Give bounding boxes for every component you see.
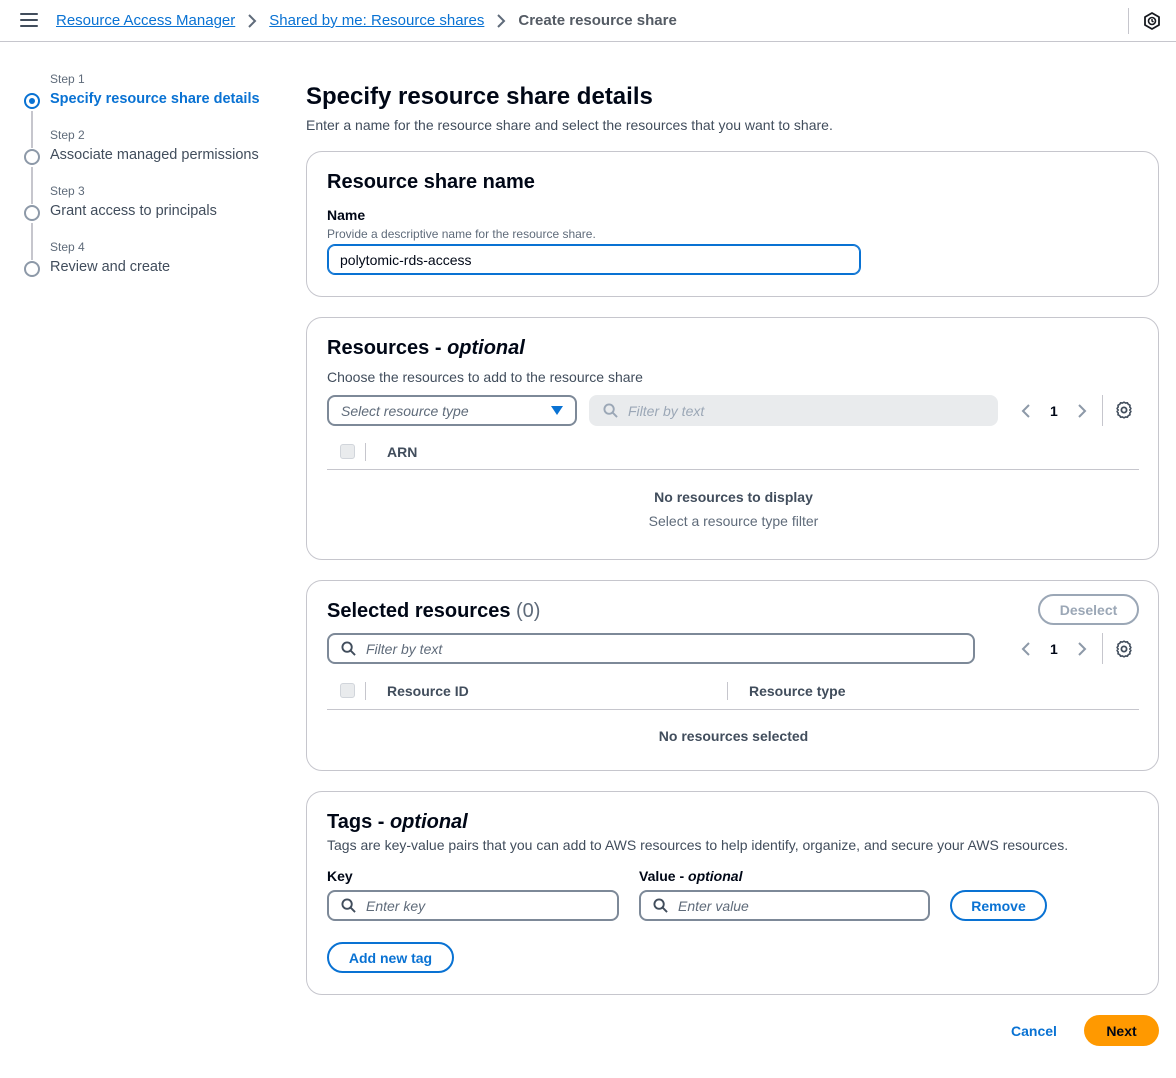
gear-icon[interactable]	[1115, 401, 1133, 419]
name-field-label: Name	[327, 207, 366, 223]
selected-filter-input[interactable]: Filter by text	[327, 633, 975, 664]
step-label: Review and create	[50, 259, 171, 275]
step-indicator-icon	[24, 149, 40, 165]
empty-state-title: No resources to display	[654, 489, 813, 505]
chevron-right-icon[interactable]	[1077, 403, 1087, 418]
optional-label: optional	[688, 868, 743, 884]
notifications-icon[interactable]	[1143, 12, 1161, 30]
select-all-checkbox[interactable]	[340, 683, 355, 698]
breadcrumb-resource-shares[interactable]: Shared by me: Resource shares	[269, 12, 484, 29]
resource-share-name-card: Resource share name Name Provide a descr…	[306, 151, 1159, 297]
step-number: Step 3	[50, 184, 85, 198]
step-4: Step 4 Review and create	[24, 240, 284, 286]
divider	[1102, 633, 1103, 664]
selected-resources-card: Selected resources (0) Deselect Filter b…	[306, 580, 1159, 771]
resources-filter-input[interactable]: Filter by text	[589, 395, 998, 426]
column-header-resource-type[interactable]: Resource type	[749, 683, 845, 699]
chevron-right-icon	[248, 13, 257, 28]
value-label-text: Value -	[639, 868, 689, 884]
tag-key-input[interactable]: Enter key	[327, 890, 619, 921]
top-navigation-bar: Resource Access Manager Shared by me: Re…	[0, 0, 1176, 42]
resource-type-select[interactable]: Select resource type	[327, 395, 577, 426]
column-header-arn[interactable]: ARN	[387, 444, 417, 460]
chevron-left-icon[interactable]	[1021, 403, 1031, 418]
card-title: Resource share name	[327, 171, 535, 193]
resource-share-name-input[interactable]: polytomic-rds-access	[327, 244, 861, 275]
column-separator	[727, 682, 728, 700]
empty-state-subtitle: Select a resource type filter	[648, 513, 819, 529]
card-title-text: Selected resources	[327, 600, 511, 622]
caret-down-icon	[551, 406, 563, 415]
search-icon	[653, 898, 668, 913]
remove-tag-button[interactable]: Remove	[950, 890, 1047, 921]
selected-table-header: Resource ID Resource type	[327, 674, 1139, 710]
tag-value-input[interactable]: Enter value	[639, 890, 930, 921]
empty-state-title: No resources selected	[658, 728, 809, 744]
card-title: Tags - optional	[327, 811, 468, 834]
search-icon	[341, 641, 356, 656]
cancel-button[interactable]: Cancel	[1011, 1023, 1057, 1039]
optional-label: optional	[389, 811, 468, 833]
step-label: Grant access to principals	[50, 203, 217, 219]
card-title: Selected resources (0)	[327, 600, 540, 623]
value-field-label: Value - optional	[639, 868, 742, 884]
page-number[interactable]: 1	[1050, 403, 1058, 419]
gear-icon[interactable]	[1115, 640, 1133, 658]
column-header-resource-id[interactable]: Resource ID	[387, 683, 469, 699]
resources-table-header: ARN	[327, 434, 1139, 470]
step-label: Specify resource share details	[50, 91, 260, 107]
card-title-text: Resources -	[327, 337, 448, 359]
step-2: Step 2 Associate managed permissions	[24, 128, 284, 174]
optional-label: optional	[447, 337, 525, 359]
key-placeholder: Enter key	[366, 897, 426, 914]
step-3: Step 3 Grant access to principals	[24, 184, 284, 230]
select-all-checkbox[interactable]	[340, 444, 355, 459]
step-1[interactable]: Step 1 Specify resource share details	[24, 72, 284, 118]
hamburger-icon[interactable]	[20, 13, 38, 29]
chevron-left-icon[interactable]	[1021, 641, 1031, 656]
breadcrumb: Resource Access Manager Shared by me: Re…	[56, 12, 677, 29]
add-new-tag-button[interactable]: Add new tag	[327, 942, 454, 973]
column-separator	[365, 682, 366, 700]
card-title: Resources - optional	[327, 337, 525, 360]
input-value: polytomic-rds-access	[340, 251, 472, 268]
page-number[interactable]: 1	[1050, 641, 1058, 657]
step-number: Step 2	[50, 128, 85, 142]
chevron-right-icon[interactable]	[1077, 641, 1087, 656]
step-number: Step 1	[50, 72, 85, 86]
tags-description: Tags are key-value pairs that you can ad…	[327, 837, 1069, 853]
step-active-indicator-icon	[24, 93, 40, 109]
filter-placeholder: Filter by text	[628, 402, 705, 419]
key-field-label: Key	[327, 868, 353, 884]
column-separator	[365, 443, 366, 461]
search-icon	[603, 403, 618, 418]
divider	[1128, 8, 1129, 34]
name-field-hint: Provide a descriptive name for the resou…	[327, 227, 596, 241]
resources-description: Choose the resources to add to the resou…	[327, 369, 643, 385]
step-indicator-icon	[24, 261, 40, 277]
next-button[interactable]: Next	[1084, 1015, 1159, 1046]
search-icon	[341, 898, 356, 913]
breadcrumb-current: Create resource share	[518, 12, 677, 29]
step-label: Associate managed permissions	[50, 147, 259, 163]
selected-pagination: 1	[1021, 633, 1087, 664]
card-title-text: Tags -	[327, 811, 390, 833]
chevron-right-icon	[497, 13, 506, 28]
resources-pagination: 1	[1021, 395, 1087, 426]
page-description: Enter a name for the resource share and …	[306, 117, 833, 133]
page-title: Specify resource share details	[306, 83, 653, 110]
tags-card: Tags - optional Tags are key-value pairs…	[306, 791, 1159, 995]
breadcrumb-resource-access-manager[interactable]: Resource Access Manager	[56, 12, 235, 29]
step-number: Step 4	[50, 240, 85, 254]
resources-card: Resources - optional Choose the resource…	[306, 317, 1159, 560]
step-indicator-icon	[24, 205, 40, 221]
value-placeholder: Enter value	[678, 897, 749, 914]
divider	[1102, 395, 1103, 426]
select-placeholder: Select resource type	[341, 402, 469, 419]
filter-placeholder: Filter by text	[366, 640, 443, 657]
selected-count: (0)	[516, 600, 541, 622]
deselect-button[interactable]: Deselect	[1038, 594, 1139, 625]
